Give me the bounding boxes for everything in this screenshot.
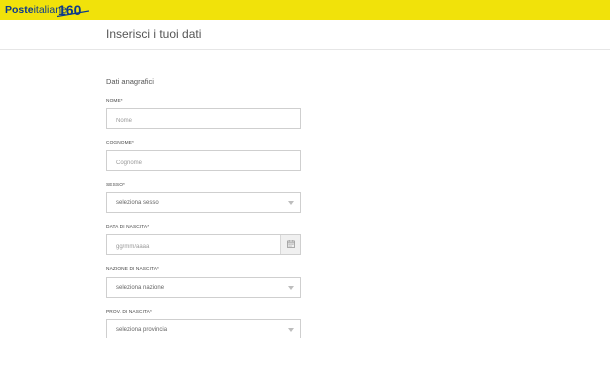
prov-nascita-select[interactable]: seleziona provincia [106,319,301,340]
viewport-bottom [0,338,610,368]
sesso-select[interactable]: seleziona sesso [106,192,301,213]
nazione-nascita-label: NAZIONE DI NASCITA* [106,267,159,272]
data-nascita-field[interactable] [106,234,301,257]
cognome-input[interactable] [107,153,300,173]
nazione-nascita-select[interactable]: seleziona nazione [106,277,301,298]
data-nascita-input[interactable] [107,237,279,257]
nome-input[interactable] [107,111,300,131]
calendar-button[interactable] [280,235,300,254]
sesso-label: SESSO* [106,183,125,188]
nome-label: NOME* [106,99,123,104]
chevron-down-icon [288,328,294,332]
nazione-selected-value: seleziona nazione [116,285,165,291]
section-title-dati-anagrafici: Dati anagrafici [106,77,154,86]
header-divider [0,49,610,50]
brand-bold-text: Poste [5,4,34,16]
calendar-icon [287,240,295,248]
chevron-down-icon [288,286,294,290]
prov-nascita-label: PROV. DI NASCITA* [106,310,152,315]
nome-field[interactable] [106,108,301,131]
data-nascita-label: DATA DI NASCITA* [106,225,150,230]
provincia-selected-value: seleziona provincia [116,327,168,333]
chevron-down-icon [288,201,294,205]
cognome-field[interactable] [106,150,301,173]
sesso-selected-value: seleziona sesso [116,200,159,206]
top-bar: Posteitaliane 160 [0,0,610,20]
page-title: Inserisci i tuoi dati [106,27,202,41]
cognome-label: COGNOME* [106,141,134,146]
anniversary-160-logo: 160 [57,2,89,18]
